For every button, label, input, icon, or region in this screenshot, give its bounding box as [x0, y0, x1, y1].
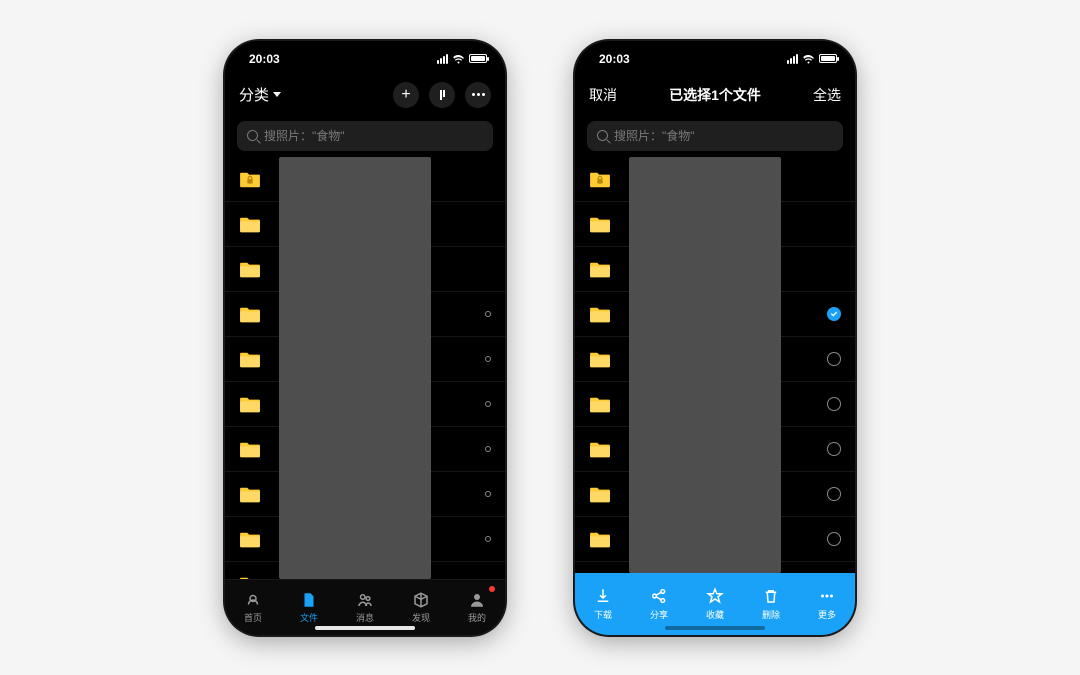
select-radio[interactable]	[827, 397, 841, 411]
tab-label: 文件	[300, 611, 318, 624]
dots-icon	[472, 93, 485, 96]
locked-folder-icon	[239, 171, 259, 187]
item-marker	[485, 446, 491, 452]
folder-icon	[589, 351, 609, 367]
folder-icon	[239, 261, 259, 277]
select-radio[interactable]	[827, 307, 841, 321]
selection-title: 已选择1个文件	[669, 85, 761, 105]
folder-icon	[589, 531, 609, 547]
folder-icon	[589, 306, 609, 322]
tab-label: 我的	[468, 611, 486, 624]
redacted-overlay	[629, 157, 781, 573]
search-placeholder: 搜照片："食物"	[264, 127, 345, 144]
folder-icon	[239, 486, 259, 502]
action-label: 下载	[594, 608, 612, 621]
folder-icon	[239, 396, 259, 412]
cancel-button[interactable]: 取消	[589, 85, 617, 105]
more-button[interactable]	[465, 82, 491, 108]
chevron-down-icon	[273, 92, 281, 97]
search-input[interactable]: 搜照片："食物"	[587, 121, 843, 151]
home-indicator[interactable]	[315, 626, 415, 630]
action-下载[interactable]: 下载	[575, 573, 631, 635]
tab-label: 首页	[244, 611, 262, 624]
file-list[interactable]	[225, 157, 505, 579]
status-time: 20:03	[599, 52, 630, 66]
home-indicator[interactable]	[665, 626, 765, 630]
notification-badge	[489, 586, 495, 592]
select-radio[interactable]	[827, 352, 841, 366]
add-button[interactable]: +	[393, 82, 419, 108]
category-label: 分类	[239, 84, 269, 105]
notch	[650, 41, 780, 63]
item-marker	[485, 491, 491, 497]
wifi-icon	[452, 54, 465, 64]
folder-icon	[589, 396, 609, 412]
signal-icon	[437, 54, 448, 64]
category-dropdown[interactable]: 分类	[239, 84, 281, 105]
signal-icon	[787, 54, 798, 64]
phone-select-mode: 20:03 取消 已选择1个文件 全选 搜照片："食物" 下载 分享 收藏 删除 更多	[575, 41, 855, 635]
action-label: 删除	[762, 608, 780, 621]
search-placeholder: 搜照片："食物"	[614, 127, 695, 144]
select-radio[interactable]	[827, 532, 841, 546]
select-radio[interactable]	[827, 487, 841, 501]
plus-icon: +	[401, 87, 410, 103]
action-label: 更多	[818, 608, 836, 621]
tab-首页[interactable]: 首页	[225, 580, 281, 635]
top-bar: 分类 +	[225, 73, 505, 117]
tab-label: 发现	[412, 611, 430, 624]
item-marker	[485, 356, 491, 362]
action-更多[interactable]: 更多	[799, 573, 855, 635]
wifi-icon	[802, 54, 815, 64]
folder-icon	[239, 351, 259, 367]
file-list[interactable]	[575, 157, 855, 573]
folder-icon	[239, 306, 259, 322]
item-marker	[485, 311, 491, 317]
folder-icon	[239, 216, 259, 232]
folder-icon	[589, 486, 609, 502]
redacted-overlay	[279, 157, 431, 579]
action-label: 分享	[650, 608, 668, 621]
folder-icon	[589, 261, 609, 277]
selection-top-bar: 取消 已选择1个文件 全选	[575, 73, 855, 117]
phone-browse-mode: 20:03 分类 + 搜照片："食物" 首页 文件 消息 发现 我的	[225, 41, 505, 635]
notch	[300, 41, 430, 63]
folder-icon	[239, 531, 259, 547]
select-all-button[interactable]: 全选	[813, 85, 841, 105]
search-icon	[597, 130, 608, 141]
folder-icon	[589, 216, 609, 232]
transfer-icon	[440, 90, 445, 100]
item-marker	[485, 401, 491, 407]
battery-icon	[819, 54, 837, 63]
select-radio[interactable]	[827, 442, 841, 456]
battery-icon	[469, 54, 487, 63]
search-icon	[247, 130, 258, 141]
status-time: 20:03	[249, 52, 280, 66]
folder-icon	[239, 441, 259, 457]
locked-folder-icon	[589, 171, 609, 187]
tab-label: 消息	[356, 611, 374, 624]
folder-icon	[589, 441, 609, 457]
sort-button[interactable]	[429, 82, 455, 108]
tab-我的[interactable]: 我的	[449, 580, 505, 635]
search-input[interactable]: 搜照片："食物"	[237, 121, 493, 151]
action-label: 收藏	[706, 608, 724, 621]
item-marker	[485, 536, 491, 542]
